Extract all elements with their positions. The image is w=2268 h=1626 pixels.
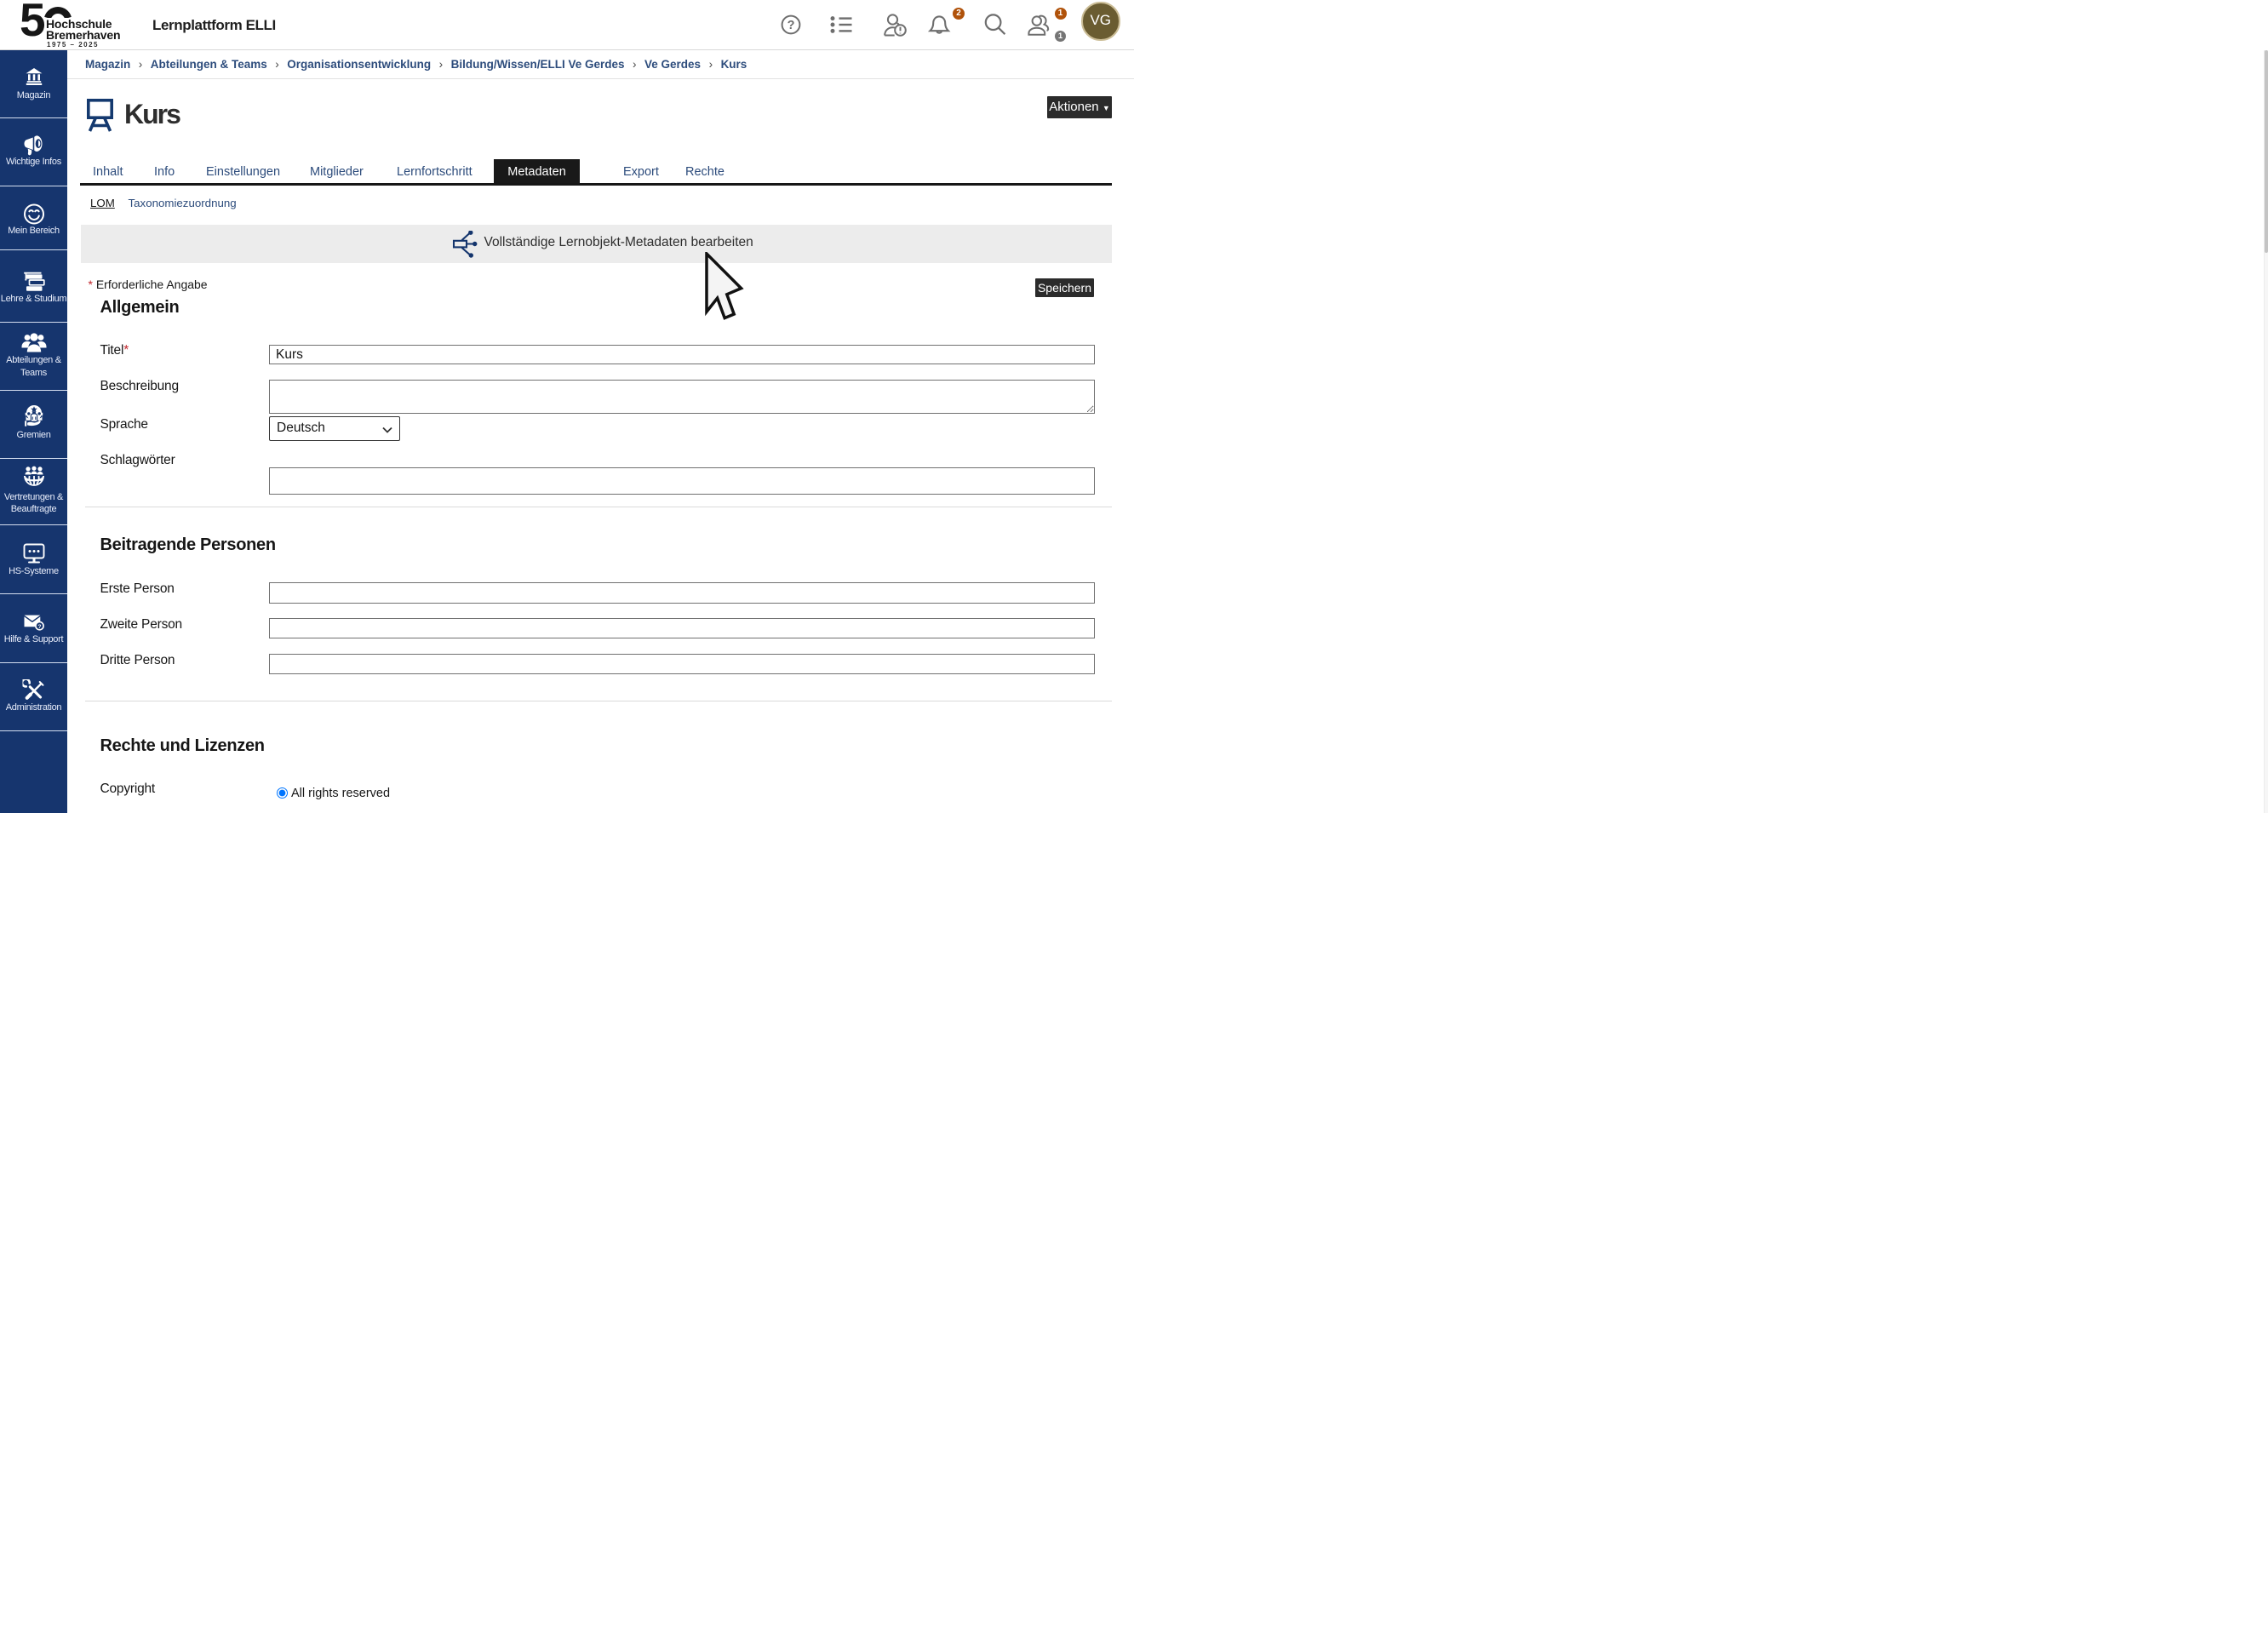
svg-text:?: ?: [788, 19, 795, 32]
svg-text:?: ?: [37, 624, 41, 630]
